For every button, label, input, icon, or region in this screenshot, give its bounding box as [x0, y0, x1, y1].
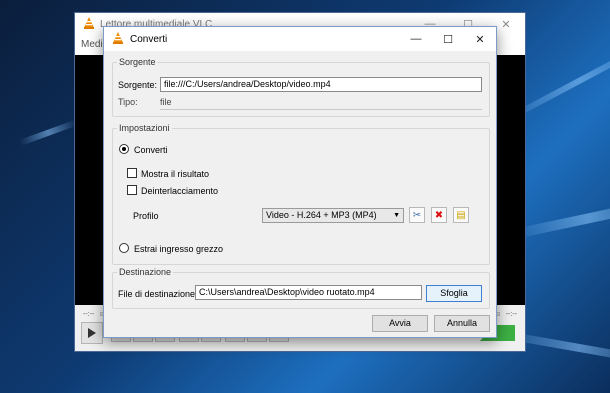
type-value: file	[160, 97, 172, 107]
dialog-maximize-button[interactable]: ☐	[432, 27, 464, 51]
dialog-minimize-button[interactable]: —	[400, 27, 432, 51]
type-label: Tipo:	[118, 97, 138, 107]
convert-radio-label: Converti	[134, 145, 168, 155]
play-icon	[88, 328, 96, 338]
chevron-down-icon: ▼	[393, 212, 400, 219]
settings-group-legend: Impostazioni	[119, 123, 170, 133]
deinterlace-label: Deinterlacciamento	[141, 186, 219, 196]
edit-profile-button[interactable]: ✂	[409, 207, 425, 223]
wrench-icon: ✂	[412, 209, 422, 221]
start-button[interactable]: Avvia	[372, 315, 428, 332]
delete-profile-button[interactable]: ✖	[431, 207, 447, 223]
vlc-cone-icon	[83, 16, 95, 32]
destination-file-label: File di destinazione:	[118, 289, 198, 299]
vlc-cone-icon	[112, 31, 124, 47]
source-field[interactable]: file:///C:/Users/andrea/Desktop/video.mp…	[160, 77, 482, 92]
new-profile-button[interactable]: ▤	[453, 207, 469, 223]
convert-dialog: Converti — ☐ ✕ Sorgente Sorgente: file:/…	[103, 26, 497, 338]
delete-icon: ✖	[434, 209, 444, 221]
dialog-close-button[interactable]: ✕	[464, 27, 496, 51]
vlc-time-remaining: --:--	[505, 310, 517, 318]
vlc-time-elapsed: --:--	[83, 310, 95, 318]
dialog-titlebar: Converti — ☐ ✕	[104, 27, 496, 51]
convert-radio[interactable]	[119, 144, 129, 154]
profile-select[interactable]: Video - H.264 + MP3 (MP4) ▼	[262, 208, 404, 223]
vlc-play-button[interactable]	[81, 322, 103, 344]
profile-label: Profilo	[133, 211, 159, 221]
show-result-checkbox[interactable]	[127, 168, 137, 178]
show-result-label: Mostra il risultato	[141, 169, 210, 179]
destination-file-field[interactable]: C:\Users\andrea\Desktop\video ruotato.mp…	[195, 285, 422, 300]
source-divider	[160, 109, 482, 110]
source-group-legend: Sorgente	[119, 57, 156, 67]
destination-group-legend: Destinazione	[119, 267, 172, 277]
browse-button[interactable]: Sfoglia	[426, 285, 482, 302]
raw-input-label: Estrai ingresso grezzo	[134, 244, 224, 254]
deinterlace-checkbox[interactable]	[127, 185, 137, 195]
new-profile-icon: ▤	[456, 209, 466, 221]
source-label: Sorgente:	[118, 80, 158, 90]
desktop-light-streak	[18, 119, 78, 146]
cancel-button[interactable]: Annulla	[434, 315, 490, 332]
profile-select-value: Video - H.264 + MP3 (MP4)	[266, 210, 377, 220]
raw-input-radio[interactable]	[119, 243, 129, 253]
dialog-title: Converti	[130, 33, 168, 45]
